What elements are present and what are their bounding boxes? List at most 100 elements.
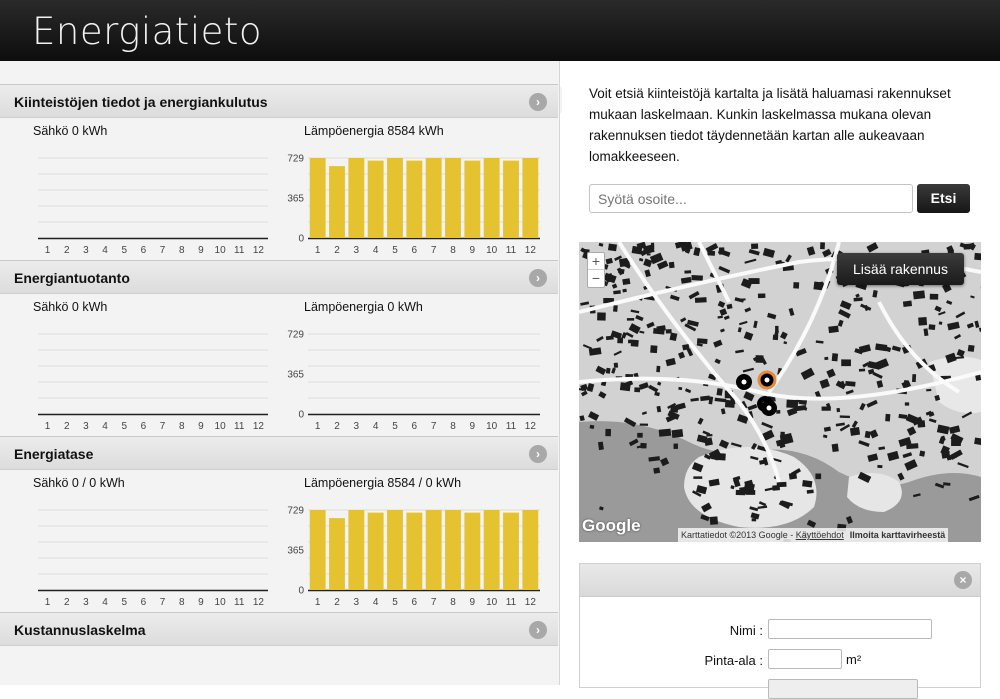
bar <box>484 158 500 238</box>
building <box>970 295 975 298</box>
building <box>854 297 863 301</box>
address-search-input[interactable] <box>589 184 913 213</box>
x-tick-label: 11 <box>234 597 245 608</box>
zoom-out-button[interactable]: − <box>588 270 604 287</box>
search-button[interactable]: Etsi <box>917 184 970 213</box>
building <box>946 300 952 305</box>
x-tick-label: 2 <box>64 597 70 608</box>
building <box>744 259 756 264</box>
building <box>716 388 722 396</box>
chevron-right-icon[interactable]: › <box>529 269 547 287</box>
x-tick-label: 11 <box>506 421 517 432</box>
building <box>639 258 643 262</box>
section-header[interactable]: Energiatase › <box>0 436 558 470</box>
building <box>752 518 757 521</box>
x-tick-label: 10 <box>215 597 227 608</box>
building <box>974 437 981 445</box>
building <box>855 294 860 298</box>
type-select[interactable] <box>768 679 918 699</box>
chevron-right-icon[interactable]: › <box>529 621 547 639</box>
heat-energy-chart: Lämpöenergia 0 kWh7293650123456789101112 <box>280 294 560 436</box>
heat-energy-chart: Lämpöenergia 8584 kWh7293650123456789101… <box>280 118 560 260</box>
building <box>671 429 683 438</box>
building <box>819 379 829 389</box>
map-tiles[interactable] <box>579 242 981 542</box>
building <box>719 308 727 316</box>
building <box>866 400 877 408</box>
bar <box>445 510 461 590</box>
building <box>579 415 584 421</box>
building <box>613 290 621 294</box>
map-attribution: Karttatiedot ©2013 Google - KäyttöehdotI… <box>678 528 948 542</box>
building <box>731 442 742 447</box>
building <box>724 315 730 320</box>
bar <box>464 513 480 590</box>
x-tick-label: 7 <box>431 245 437 256</box>
building <box>926 389 931 391</box>
zoom-in-button[interactable]: + <box>588 253 604 270</box>
building <box>907 426 917 435</box>
section-header[interactable]: Energiantuotanto› <box>0 260 558 294</box>
intro-text: Voit etsiä kiinteistöjä kartalta ja lisä… <box>589 83 979 167</box>
building <box>580 301 589 305</box>
building <box>680 317 686 322</box>
building <box>841 359 851 366</box>
building <box>743 391 754 401</box>
building <box>715 398 727 403</box>
building <box>832 444 839 453</box>
building <box>838 309 851 319</box>
app-title: Energiatieto <box>32 10 262 53</box>
building <box>657 382 661 386</box>
report-map-error-link[interactable]: Ilmoita karttavirheestä <box>850 530 946 540</box>
x-tick-label: 5 <box>121 245 127 256</box>
x-tick-label: 1 <box>315 245 321 256</box>
x-tick-label: 3 <box>83 245 89 256</box>
building <box>867 453 878 462</box>
building <box>820 242 825 249</box>
x-tick-label: 6 <box>412 597 418 608</box>
close-icon[interactable]: × <box>954 571 972 589</box>
x-tick-label: 8 <box>450 421 456 432</box>
chevron-right-icon[interactable]: › <box>529 445 547 463</box>
building <box>595 366 606 375</box>
building <box>937 424 950 434</box>
area-field[interactable] <box>768 649 842 669</box>
building <box>669 262 675 268</box>
x-tick-label: 1 <box>45 245 51 256</box>
building <box>629 323 641 334</box>
terms-link[interactable]: Käyttöehdot <box>796 530 844 540</box>
y-tick-label: 729 <box>287 330 304 341</box>
section-title: Energiatase <box>14 446 93 462</box>
zoom-control[interactable]: + − <box>587 252 605 288</box>
building <box>605 429 611 436</box>
area-unit: m² <box>846 652 876 667</box>
bar <box>329 166 345 238</box>
chevron-right-icon[interactable]: › <box>529 93 547 111</box>
x-tick-label: 1 <box>45 597 51 608</box>
section-header[interactable]: Kustannuslaskelma› <box>0 612 558 646</box>
section-header[interactable]: Kiinteistöjen tiedot ja energiankulutus› <box>0 84 558 118</box>
y-tick-label: 729 <box>287 154 304 165</box>
bar <box>368 161 384 238</box>
building <box>670 295 680 301</box>
building <box>744 331 754 340</box>
building <box>917 420 925 427</box>
bar <box>368 513 384 590</box>
x-tick-label: 4 <box>373 245 379 256</box>
x-tick-label: 7 <box>431 597 437 608</box>
building <box>919 450 925 456</box>
x-tick-label: 10 <box>215 421 227 432</box>
name-field[interactable] <box>768 619 932 639</box>
bar <box>522 158 538 238</box>
add-building-button[interactable]: Lisää rakennus <box>837 253 964 285</box>
building <box>739 321 748 325</box>
x-tick-label: 11 <box>506 597 517 608</box>
building <box>957 462 968 468</box>
bar <box>348 158 364 238</box>
x-tick-label: 12 <box>525 421 537 432</box>
building <box>635 315 643 321</box>
building <box>877 465 882 468</box>
map[interactable] <box>579 242 981 542</box>
building <box>859 403 865 411</box>
building <box>761 422 773 429</box>
